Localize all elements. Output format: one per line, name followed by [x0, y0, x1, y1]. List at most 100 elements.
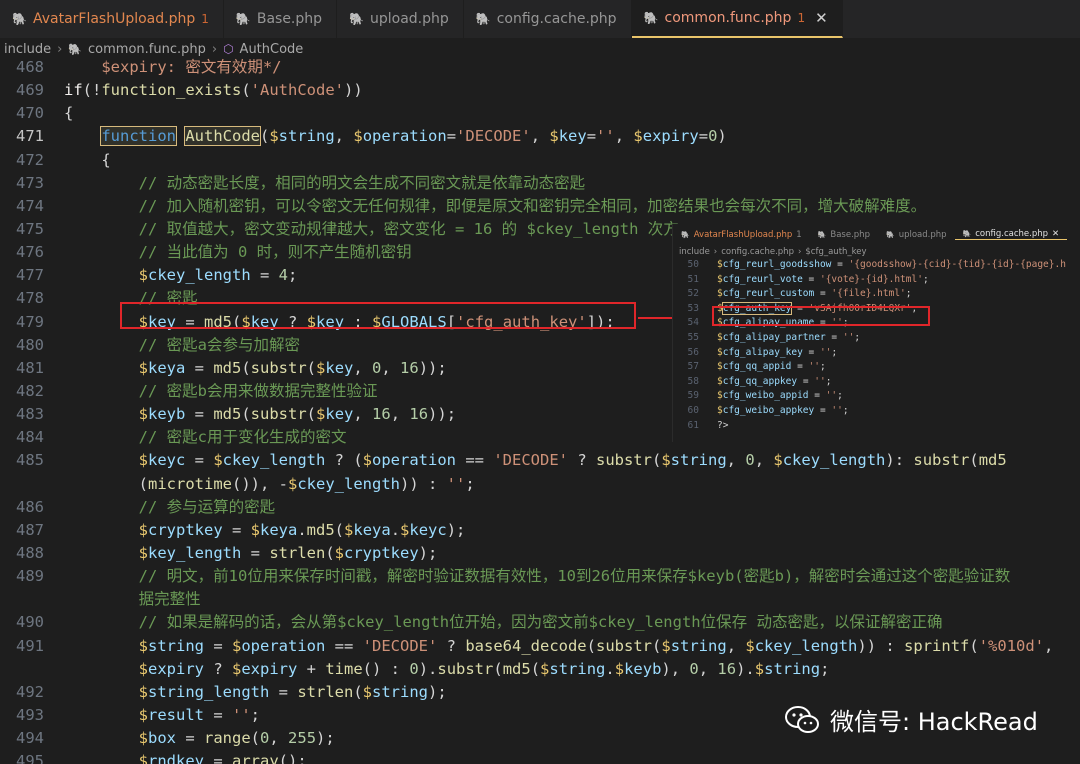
- code-line[interactable]: 470{: [0, 102, 1080, 125]
- code-line[interactable]: 468 $expiry: 密文有效期*/: [0, 56, 1080, 79]
- code-text[interactable]: // 明文，前10位用来保存时间戳，解密时验证数据有效性，10到26位用来保存$…: [44, 565, 1080, 588]
- code-line[interactable]: 485 $keyc = $ckey_length ? ($operation =…: [0, 449, 1080, 472]
- code-text[interactable]: // 参与运算的密匙: [44, 496, 1080, 519]
- code-line[interactable]: 487 $cryptkey = $keya.md5($keya.$keyc);: [0, 519, 1080, 542]
- code-text[interactable]: $string_length = strlen($string);: [44, 681, 1080, 704]
- code-line[interactable]: 489 // 明文，前10位用来保存时间戳，解密时验证数据有效性，10到26位用…: [0, 565, 1080, 588]
- inset-code-line: 59 $cfg_weibo_appid = '';: [673, 390, 1080, 405]
- code-text[interactable]: $key_length = strlen($cryptkey);: [44, 542, 1080, 565]
- code-text[interactable]: // 加入随机密钥，可以令密文无任何规律，即便是原文和密钥完全相同，加密结果也会…: [44, 195, 1080, 218]
- code-text[interactable]: {: [44, 149, 1080, 172]
- code-line[interactable]: 473 // 动态密匙长度，相同的明文会生成不同密文就是依靠动态密匙: [0, 172, 1080, 195]
- code-line[interactable]: 492 $string_length = strlen($string);: [0, 681, 1080, 704]
- code-text[interactable]: $expiry ? $expiry + time() : 0).substr(m…: [44, 658, 1080, 681]
- code-text[interactable]: 据完整性: [44, 588, 1080, 611]
- chevron-right-icon: ›: [57, 41, 63, 57]
- line-number: 479: [16, 312, 44, 331]
- code-line[interactable]: 474 // 加入随机密钥，可以令密文无任何规律，即便是原文和密钥完全相同，加密…: [0, 195, 1080, 218]
- problem-count-badge: 1: [201, 12, 209, 26]
- inset-code-line: 57 $cfg_qq_appid = '';: [673, 361, 1080, 376]
- code-text[interactable]: $rndkey = array();: [44, 750, 1080, 764]
- inset-tab-label: AvatarFlashUpload.php: [693, 229, 793, 240]
- code-text[interactable]: function AuthCode($string, $operation='D…: [44, 125, 1080, 148]
- highlight-box-key-line: [120, 302, 636, 329]
- inset-code-line: 58 $cfg_qq_appkey = '';: [673, 376, 1080, 391]
- line-number: 472: [16, 150, 44, 169]
- code-text[interactable]: // 动态密匙长度，相同的明文会生成不同密文就是依靠动态密匙: [44, 172, 1080, 195]
- line-number: 495: [16, 752, 44, 764]
- close-icon[interactable]: ✕: [815, 9, 828, 27]
- code-line[interactable]: 488 $key_length = strlen($cryptkey);: [0, 542, 1080, 565]
- inset-code-line: 51 $cfg_reurl_vote = '{vote}-{id}.html';: [673, 274, 1080, 289]
- inset-tab: 🐘 Base.php: [810, 230, 878, 240]
- tab-config-cache-php[interactable]: 🐘 config.cache.php: [464, 0, 632, 38]
- inset-breadcrumb: include › config.cache.php › $cfg_auth_k…: [673, 245, 1080, 259]
- php-file-icon: 🐘: [349, 12, 364, 26]
- code-line[interactable]: 490 // 如果是解码的话，会从第$ckey_length位开始，因为密文前$…: [0, 611, 1080, 634]
- code-text: $cfg_alipay_key = '';: [717, 346, 838, 358]
- code-text: $cfg_weibo_appkey = '';: [717, 404, 849, 416]
- line-number: 471: [16, 127, 44, 146]
- line-number: 469: [16, 81, 44, 100]
- line-number: [0, 588, 44, 611]
- code-line[interactable]: 469 if(!function_exists('AuthCode')): [0, 79, 1080, 102]
- config-cache-inset: 🐘 AvatarFlashUpload.php 1 🐘 Base.php 🐘 upload.…: [672, 224, 1080, 442]
- inset-tab-label: config.cache.php: [975, 229, 1049, 239]
- line-number: 484: [16, 428, 44, 447]
- code-line[interactable]: 据完整性: [0, 588, 1080, 611]
- line-number: 476: [16, 243, 44, 262]
- code-line[interactable]: 491 $string = $operation == 'DECODE' ? b…: [0, 635, 1080, 658]
- line-number: 473: [16, 173, 44, 192]
- code-line[interactable]: 486 // 参与运算的密匙: [0, 496, 1080, 519]
- highlight-box-auth-key: [712, 306, 930, 326]
- line-number: 52: [687, 288, 699, 300]
- code-text[interactable]: // 如果是解码的话，会从第$ckey_length位开始，因为密文前$ckey…: [44, 611, 1080, 634]
- line-number: 51: [687, 273, 699, 285]
- line-number: 486: [16, 497, 44, 516]
- code-text: $cfg_qq_appkey = '';: [717, 375, 832, 387]
- line-number: 468: [16, 58, 44, 76]
- inset-code-line: 55 $cfg_alipay_partner = '';: [673, 332, 1080, 347]
- code-text: $cfg_weibo_appid = '';: [717, 390, 843, 402]
- line-number: 58: [687, 375, 699, 387]
- wechat-watermark: 微信号: HackRead: [784, 702, 1038, 737]
- php-file-icon: 🐘: [681, 230, 690, 239]
- inset-tab: 🐘 config.cache.php ✕: [954, 229, 1068, 240]
- tab-upload-php[interactable]: 🐘 upload.php: [337, 0, 464, 38]
- code-text[interactable]: {: [44, 102, 1080, 125]
- code-text[interactable]: if(!function_exists('AuthCode')): [44, 79, 1080, 102]
- tab-base-php[interactable]: 🐘 Base.php: [224, 0, 338, 38]
- inset-tab: 🐘 AvatarFlashUpload.php 1: [673, 230, 810, 240]
- php-file-icon: 🐘: [235, 12, 251, 26]
- code-line[interactable]: 471 function AuthCode($string, $operatio…: [0, 125, 1080, 148]
- code-text[interactable]: $string = $operation == 'DECODE' ? base6…: [44, 635, 1080, 658]
- line-number: 494: [16, 729, 44, 748]
- code-line[interactable]: $expiry ? $expiry + time() : 0).substr(m…: [0, 658, 1080, 681]
- code-text[interactable]: $keyc = $ckey_length ? ($operation == 'D…: [44, 449, 1080, 472]
- tab-label: common.func.php: [664, 10, 792, 26]
- inset-code-line: 52 $cfg_reurl_custom = '{file}.html';: [673, 288, 1080, 303]
- tab-common-func-php[interactable]: 🐘 common.func.php 1 ✕: [631, 0, 843, 38]
- breadcrumb-symbol[interactable]: AuthCode: [240, 42, 304, 57]
- code-line[interactable]: (microtime()), -$ckey_length)) : '';: [0, 473, 1080, 496]
- tab-avatarflashupload-php[interactable]: 🐘 AvatarFlashUpload.php 1: [0, 0, 224, 38]
- inset-code-line: 56 $cfg_alipay_key = '';: [673, 347, 1080, 362]
- php-file-icon: 🐘: [962, 230, 972, 238]
- code-line[interactable]: 472 {: [0, 149, 1080, 172]
- code-line[interactable]: 495 $rndkey = array();: [0, 750, 1080, 764]
- code-text: $cfg_reurl_vote = '{vote}-{id}.html';: [717, 273, 929, 285]
- breadcrumb-folder[interactable]: include: [4, 42, 51, 57]
- code-text[interactable]: $expiry: 密文有效期*/: [44, 56, 1080, 79]
- breadcrumb-file[interactable]: common.func.php: [88, 42, 206, 57]
- line-number: 480: [16, 335, 44, 354]
- code-text[interactable]: $cryptkey = $keya.md5($keya.$keyc);: [44, 519, 1080, 542]
- line-number: 478: [16, 289, 44, 308]
- chevron-right-icon: ›: [797, 247, 802, 257]
- line-number: 50: [687, 259, 699, 270]
- inset-tab-label: Base.php: [830, 229, 870, 240]
- line-number: 482: [16, 381, 44, 400]
- code-text: $cfg_reurl_custom = '{file}.html';: [717, 288, 912, 300]
- inset-breadcrumb-file: config.cache.php: [721, 247, 794, 257]
- code-text: $cfg_alipay_partner = '';: [717, 331, 861, 343]
- code-text[interactable]: (microtime()), -$ckey_length)) : '';: [44, 473, 1080, 496]
